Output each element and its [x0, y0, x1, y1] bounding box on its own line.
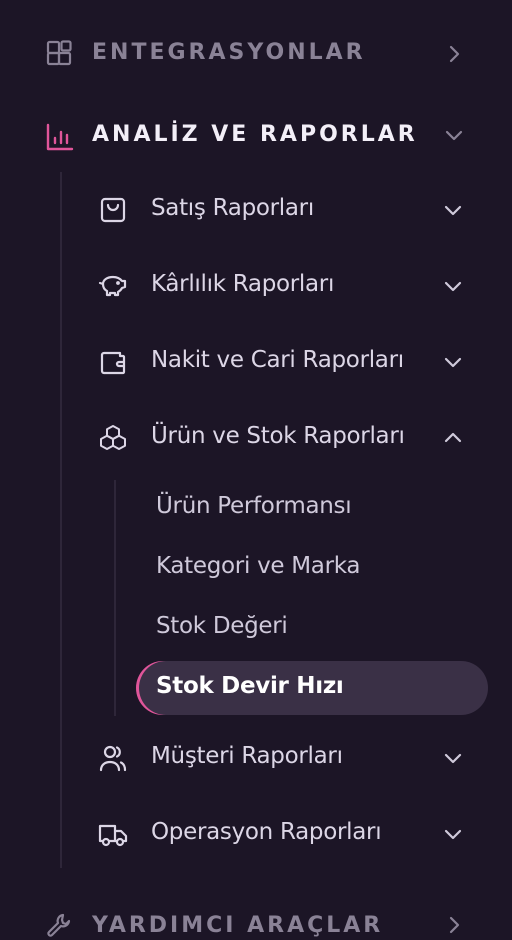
boxes-icon	[98, 423, 128, 453]
submenu-item-category-brand[interactable]: Kategori ve Marka	[136, 541, 488, 595]
submenu-item-label: Kategori ve Marka	[156, 553, 361, 579]
section-integrations[interactable]: ENTEGRASYONLAR	[0, 22, 512, 84]
section-analytics-label: ANALİZ VE RAPORLAR	[92, 122, 418, 147]
menu-item-operations-reports[interactable]: Operasyon Raporları	[88, 805, 480, 861]
menu-item-label: Müşteri Raporları	[151, 743, 343, 769]
users-icon	[98, 743, 128, 773]
menu-item-label: Operasyon Raporları	[151, 819, 382, 845]
tree-guide-line	[60, 172, 62, 868]
menu-item-customer-reports[interactable]: Müşteri Raporları	[88, 729, 480, 785]
wallet-icon	[98, 347, 128, 377]
section-analytics[interactable]: ANALİZ VE RAPORLAR	[0, 104, 512, 166]
bar-chart-icon	[45, 122, 75, 152]
chevron-down-icon	[442, 823, 464, 845]
piggy-bank-icon	[98, 271, 128, 301]
chevron-right-icon	[443, 914, 465, 936]
menu-item-profitability-reports[interactable]: Kârlılık Raporları	[88, 257, 480, 313]
truck-icon	[98, 819, 128, 849]
submenu-item-label: Stok Devir Hızı	[156, 673, 344, 699]
section-integrations-label: ENTEGRASYONLAR	[92, 40, 366, 65]
menu-item-label: Kârlılık Raporları	[151, 271, 335, 297]
chevron-right-icon	[443, 43, 465, 65]
submenu-item-product-performance[interactable]: Ürün Performansı	[136, 481, 488, 535]
shopping-bag-icon	[98, 195, 128, 225]
chevron-down-icon	[442, 275, 464, 297]
tree-guide-line-nested	[114, 480, 116, 716]
menu-item-label: Satış Raporları	[151, 195, 314, 221]
submenu-item-stock-turnover[interactable]: Stok Devir Hızı	[136, 661, 488, 715]
chevron-down-icon	[442, 351, 464, 373]
section-tools-label: YARDIMCI ARAÇLAR	[92, 913, 384, 938]
submenu-item-stock-value[interactable]: Stok Değeri	[136, 601, 488, 655]
menu-item-label: Nakit ve Cari Raporları	[151, 347, 404, 373]
chevron-down-icon	[442, 199, 464, 221]
apps-icon	[46, 40, 74, 68]
menu-item-product-stock-reports[interactable]: Ürün ve Stok Raporları	[88, 409, 480, 465]
menu-item-sales-reports[interactable]: Satış Raporları	[88, 181, 480, 237]
menu-item-label: Ürün ve Stok Raporları	[151, 423, 405, 449]
menu-item-cash-reports[interactable]: Nakit ve Cari Raporları	[88, 333, 480, 389]
submenu-item-label: Ürün Performansı	[156, 493, 352, 519]
submenu-item-label: Stok Değeri	[156, 613, 288, 639]
chevron-down-icon	[443, 124, 465, 146]
chevron-down-icon	[442, 747, 464, 769]
section-tools[interactable]: YARDIMCI ARAÇLAR	[0, 894, 512, 938]
chevron-up-icon	[442, 427, 464, 449]
